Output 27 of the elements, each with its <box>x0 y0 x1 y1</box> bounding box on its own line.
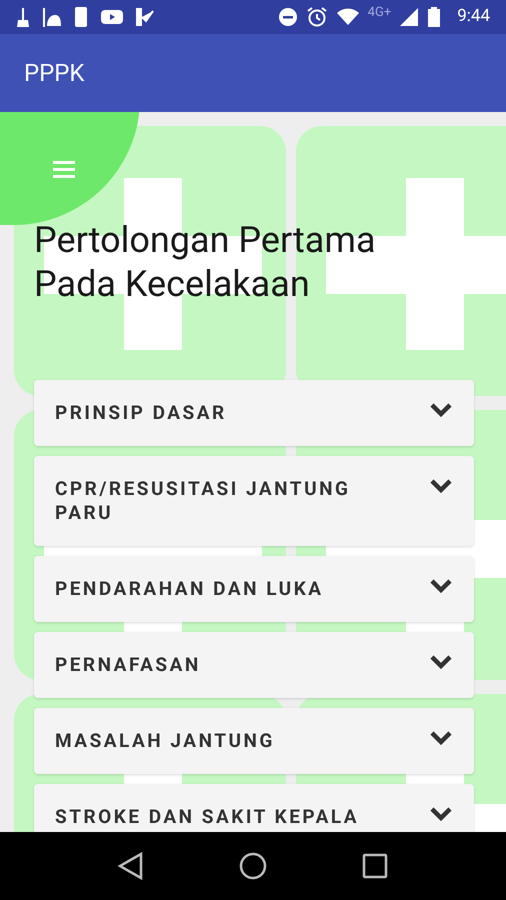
phone-icon <box>74 6 88 28</box>
app-title: PPPK <box>24 58 84 89</box>
wifi-icon <box>336 8 360 26</box>
recents-icon[interactable] <box>362 853 388 879</box>
chevron-down-icon <box>430 654 452 670</box>
network-type: 4G+ <box>368 4 392 22</box>
status-time: 9:44 <box>457 5 490 28</box>
page-heading: Pertolongan Pertama Pada Kecelakaan <box>34 218 377 306</box>
signal-icon <box>399 7 420 27</box>
battery-icon <box>427 6 442 28</box>
video-icon <box>100 8 124 26</box>
do-not-disturb-icon <box>278 7 298 27</box>
chevron-down-icon <box>430 478 452 494</box>
section-header[interactable]: MASALAH JANTUNG <box>34 708 474 774</box>
chevron-down-icon <box>430 806 452 822</box>
section-header[interactable]: PERNAFASAN <box>34 632 474 698</box>
chevron-down-icon <box>430 578 452 594</box>
alarm-icon <box>306 6 328 28</box>
menu-icon <box>52 159 76 179</box>
section-header[interactable]: PENDARAHAN DAN LUKA <box>34 556 474 622</box>
section-header[interactable]: PRINSIP DASAR <box>34 380 474 446</box>
chevron-down-icon <box>430 730 452 746</box>
section-header[interactable]: CPR/RESUSITASI JANTUNG PARU <box>34 456 474 546</box>
back-icon[interactable] <box>118 852 144 880</box>
section-header[interactable]: STROKE DAN SAKIT KEPALA <box>34 784 474 832</box>
home-icon[interactable] <box>238 852 267 880</box>
chevron-down-icon <box>430 402 452 418</box>
